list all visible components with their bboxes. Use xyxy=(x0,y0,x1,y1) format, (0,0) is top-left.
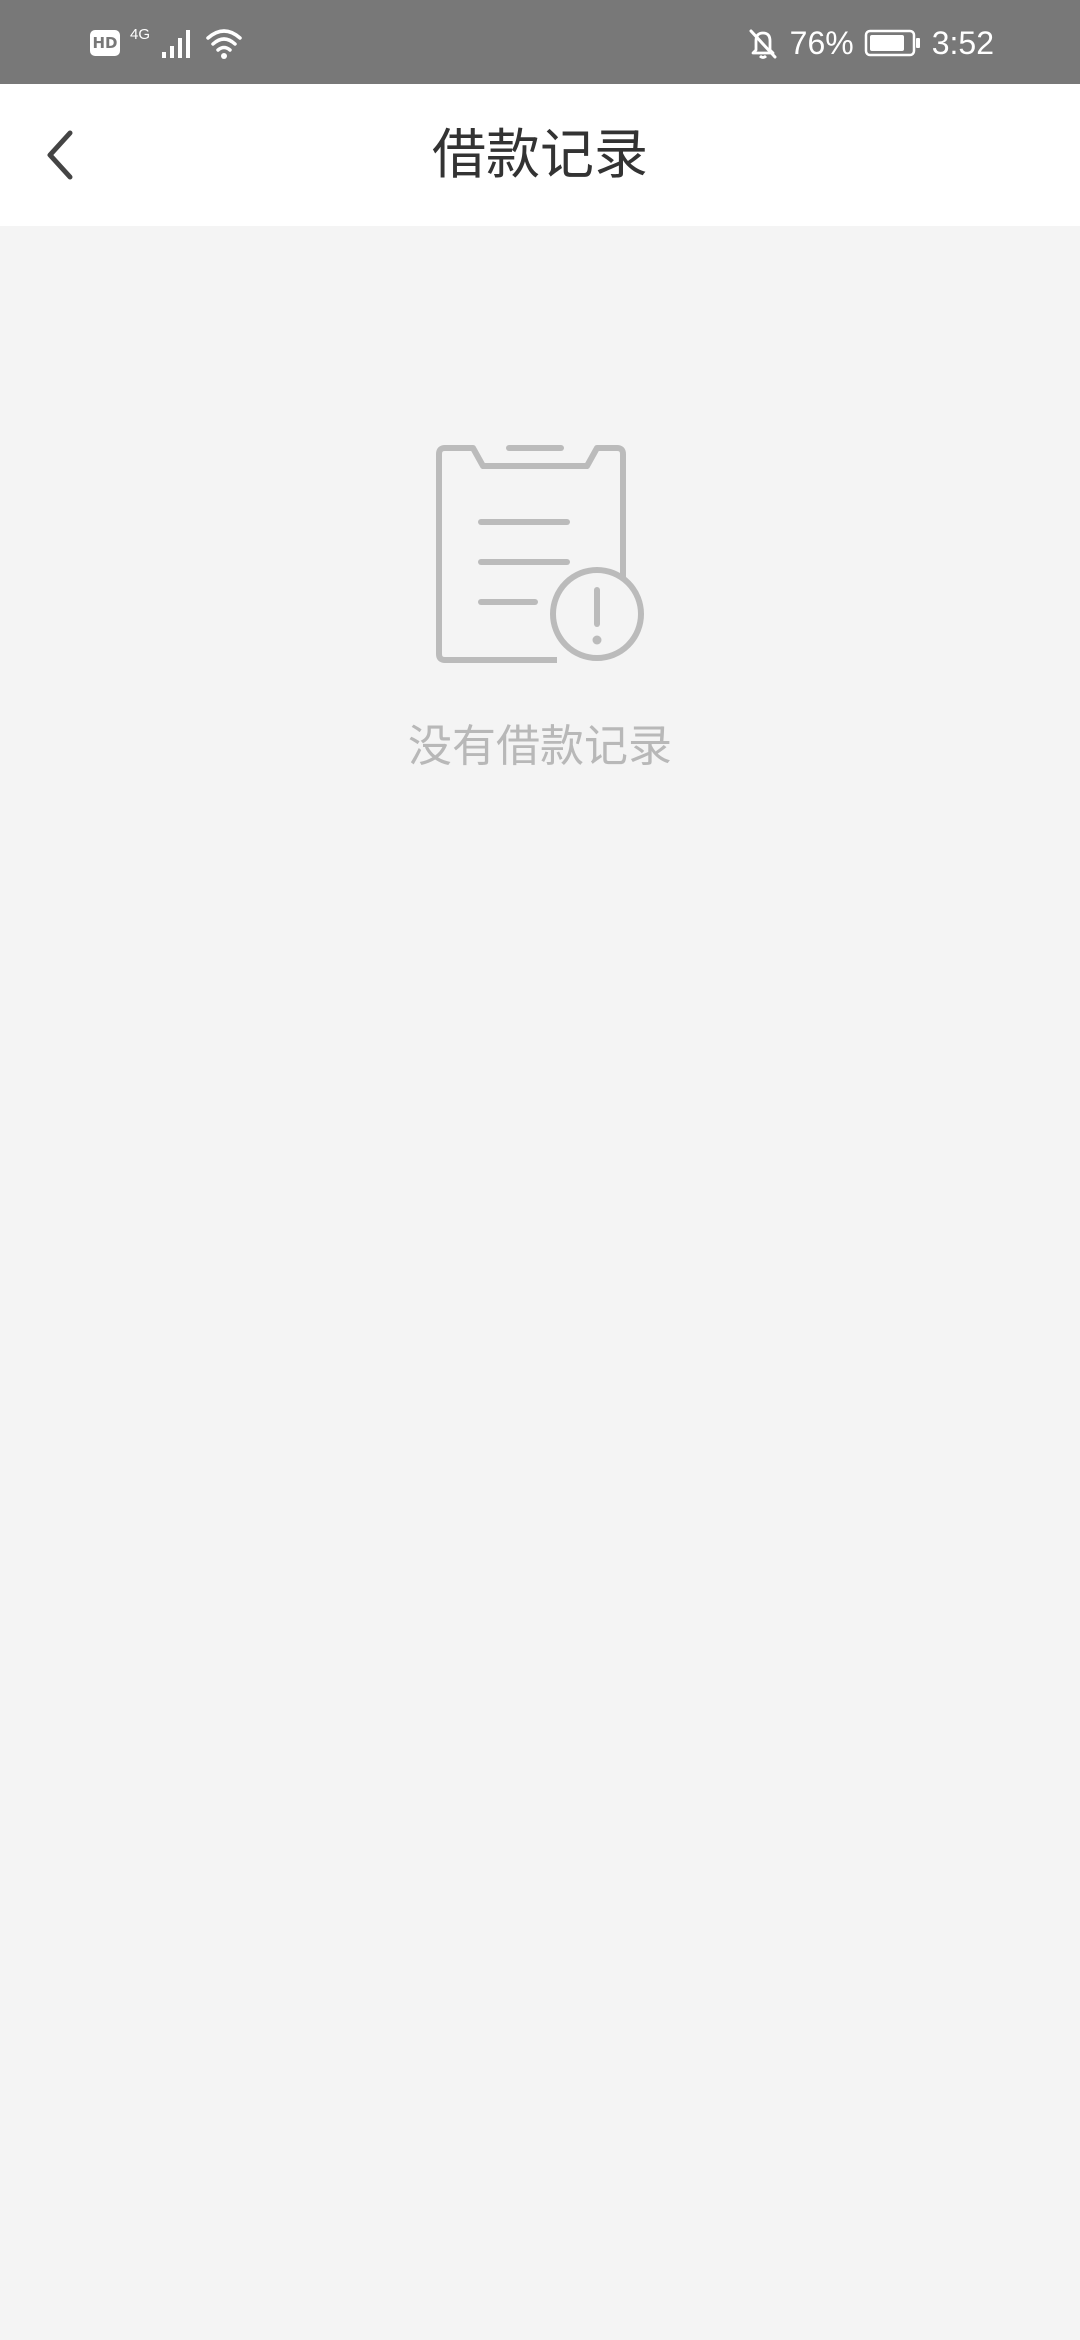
hd-badge: HD xyxy=(90,30,120,56)
page-title: 借款记录 xyxy=(432,123,648,186)
status-left: HD 4G xyxy=(90,22,244,64)
clipboard-warning-icon xyxy=(436,445,644,663)
status-right: 76% 3:52 xyxy=(746,22,994,64)
battery-icon xyxy=(864,29,920,57)
bell-off-icon xyxy=(749,29,777,59)
signal-icon xyxy=(162,30,191,58)
status-time: 3:52 xyxy=(931,25,994,61)
screen: HD 4G 76% 3:52 借款记录 没有借款记录 xyxy=(0,0,1080,2340)
status-bar: HD 4G 76% 3:52 xyxy=(0,0,1080,84)
battery-percent: 76% xyxy=(789,25,854,61)
wifi-icon xyxy=(206,29,242,59)
app-header: 借款记录 xyxy=(0,84,1080,226)
empty-state: 没有借款记录 xyxy=(0,430,1080,774)
empty-state-message: 没有借款记录 xyxy=(408,721,672,772)
network-type-label: 4G xyxy=(130,26,151,43)
